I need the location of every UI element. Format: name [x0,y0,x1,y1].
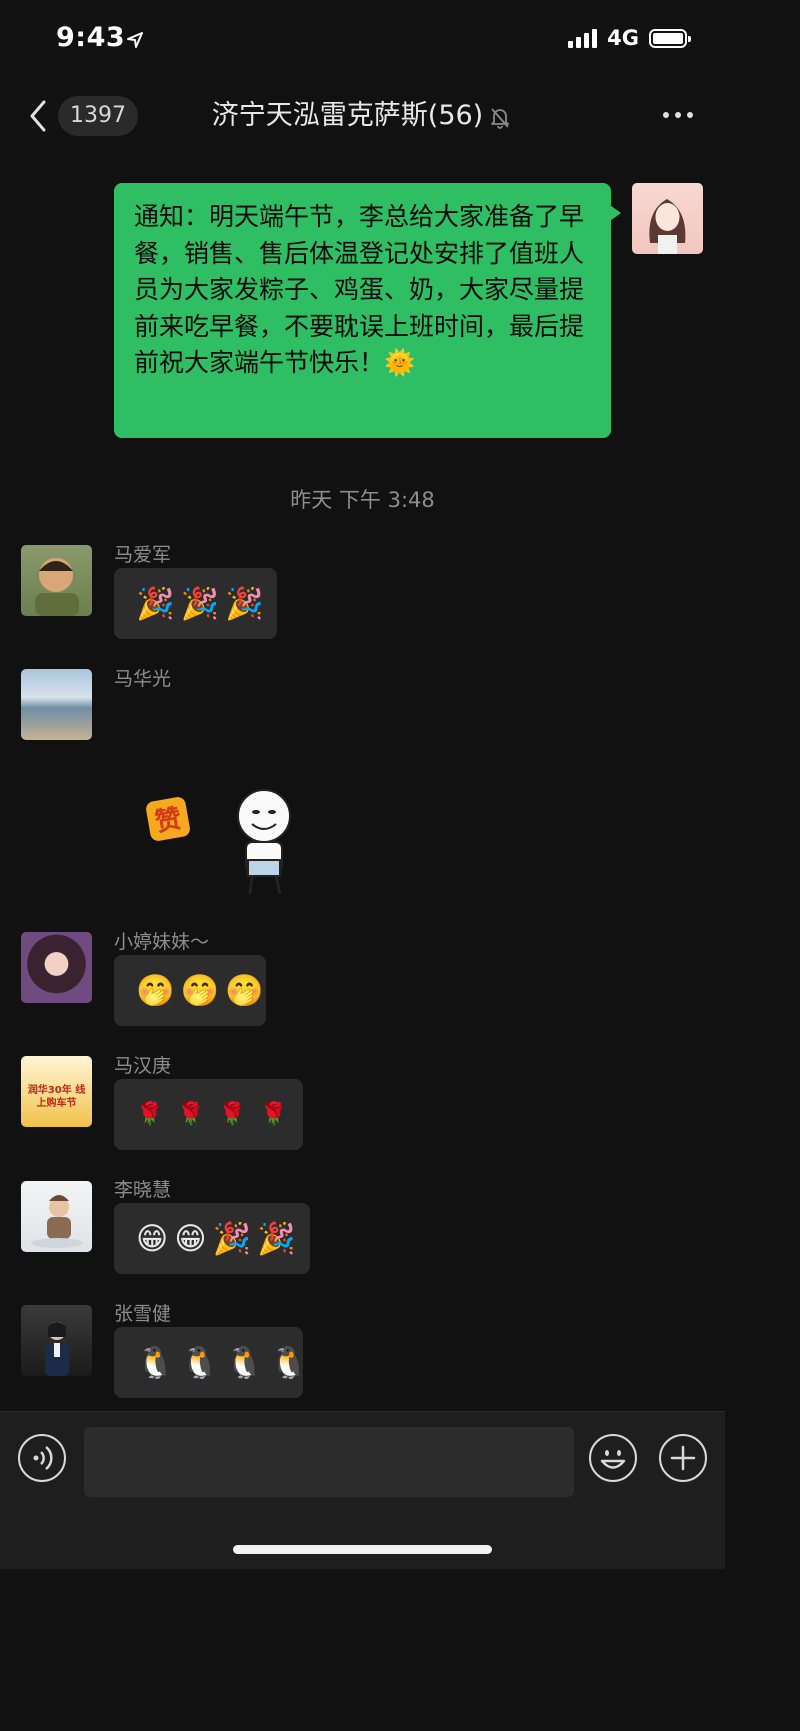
sticker-message[interactable]: 赞 [140,784,310,904]
voice-button[interactable] [18,1434,66,1482]
network-label: 4G [607,26,639,50]
home-indicator [233,1545,492,1554]
emoji-button[interactable] [589,1434,637,1482]
sender-name: 李晓慧 [114,1179,172,1201]
girl-avatar-icon [649,199,686,254]
message-bubble[interactable]: 🐧 🐧 🐧 🐧 [114,1327,308,1398]
party-popper-emoji: 🎉 [180,586,220,622]
chat-title: 济宁天泓雷克萨斯(56) [150,97,575,135]
smiley-icon [600,1450,626,1469]
message-bubble[interactable]: 🌹 🌹 🌹 🌹 [114,1079,303,1150]
location-arrow-icon [127,32,143,48]
chat-title-text: 济宁天泓雷克萨斯(56) [211,100,484,131]
party-popper-emoji: 🎉 [225,586,264,622]
plus-icon [670,1445,696,1471]
sender-name: 张雪健 [114,1303,172,1325]
party-popper-emoji: 🎉 [257,1221,296,1257]
grin-emoji: 😁 [136,1220,169,1257]
sender-name: 小婷妹妹～ [114,931,210,953]
penguin-emoji: 🐧 [180,1345,220,1381]
thumbs-sticker-icon: 赞 [146,789,291,895]
rose-emoji: 🌹 [177,1102,205,1127]
avatar-ma-huaguang[interactable] [21,669,92,740]
grin-emoji: 😁 [174,1220,207,1257]
bell-slash-icon [491,107,510,129]
self-message-text: 通知：明天端午节，李总给大家准备了早餐，销售、售后体温登记处安排了值班人员为大家… [134,202,585,377]
smirk-emoji: 🤭 [225,973,264,1009]
rose-emoji: 🌹 [260,1102,288,1127]
smirk-emoji: 🤭 [136,973,175,1009]
more-functions-button[interactable] [659,1434,707,1482]
status-indicators: 4G [568,26,691,50]
time-divider: 昨天 下午 3:48 [290,488,435,512]
avatar-zhang-xuejian[interactable] [21,1305,92,1376]
smirk-emoji: 🤭 [180,973,220,1009]
status-time: 9:43 [56,22,126,53]
baby-photo-icon [31,1195,83,1248]
more-options-button[interactable] [663,112,693,118]
voice-icon [33,1446,53,1470]
party-popper-emoji: 🎉 [136,586,175,622]
cartoon-boy-icon [35,558,79,616]
self-avatar[interactable] [632,183,703,254]
battery-icon [649,28,691,48]
back-button[interactable] [24,96,60,136]
self-message-bubble[interactable]: 通知：明天端午节，李总给大家准备了早餐，销售、售后体温登记处安排了值班人员为大家… [114,183,621,438]
message-bubble[interactable]: 🤭 🤭 🤭 [114,955,266,1026]
penguin-emoji: 🐧 [136,1345,175,1381]
message-bubble[interactable]: 🎉 🎉 🎉 [114,568,277,639]
avatar-li-xiaohui[interactable] [21,1181,92,1252]
penguin-emoji: 🐧 [269,1345,309,1381]
avatar-xiaoting[interactable] [21,932,92,1003]
party-popper-emoji: 🎉 [212,1221,252,1257]
avatar-ma-aijun[interactable] [21,545,92,616]
rose-emoji: 🌹 [218,1102,247,1127]
penguin-emoji: 🐧 [225,1345,264,1381]
avatar-ma-hangeng[interactable]: 润华30年 线上购车节 [21,1056,92,1127]
sender-name: 马爱军 [114,544,172,566]
unread-count-badge[interactable]: 1397 [58,96,138,136]
sender-name: 马华光 [114,668,172,690]
message-input[interactable] [84,1427,574,1497]
rose-emoji: 🌹 [136,1102,164,1127]
sender-name: 马汉庚 [114,1055,172,1077]
sticker-text: 赞 [152,804,184,838]
signal-icon [568,28,598,48]
business-woman-icon [45,1322,69,1376]
avatar-text: 润华30年 线上购车节 [27,1085,86,1109]
message-bubble[interactable]: 😁 😁 🎉 🎉 [114,1203,310,1274]
